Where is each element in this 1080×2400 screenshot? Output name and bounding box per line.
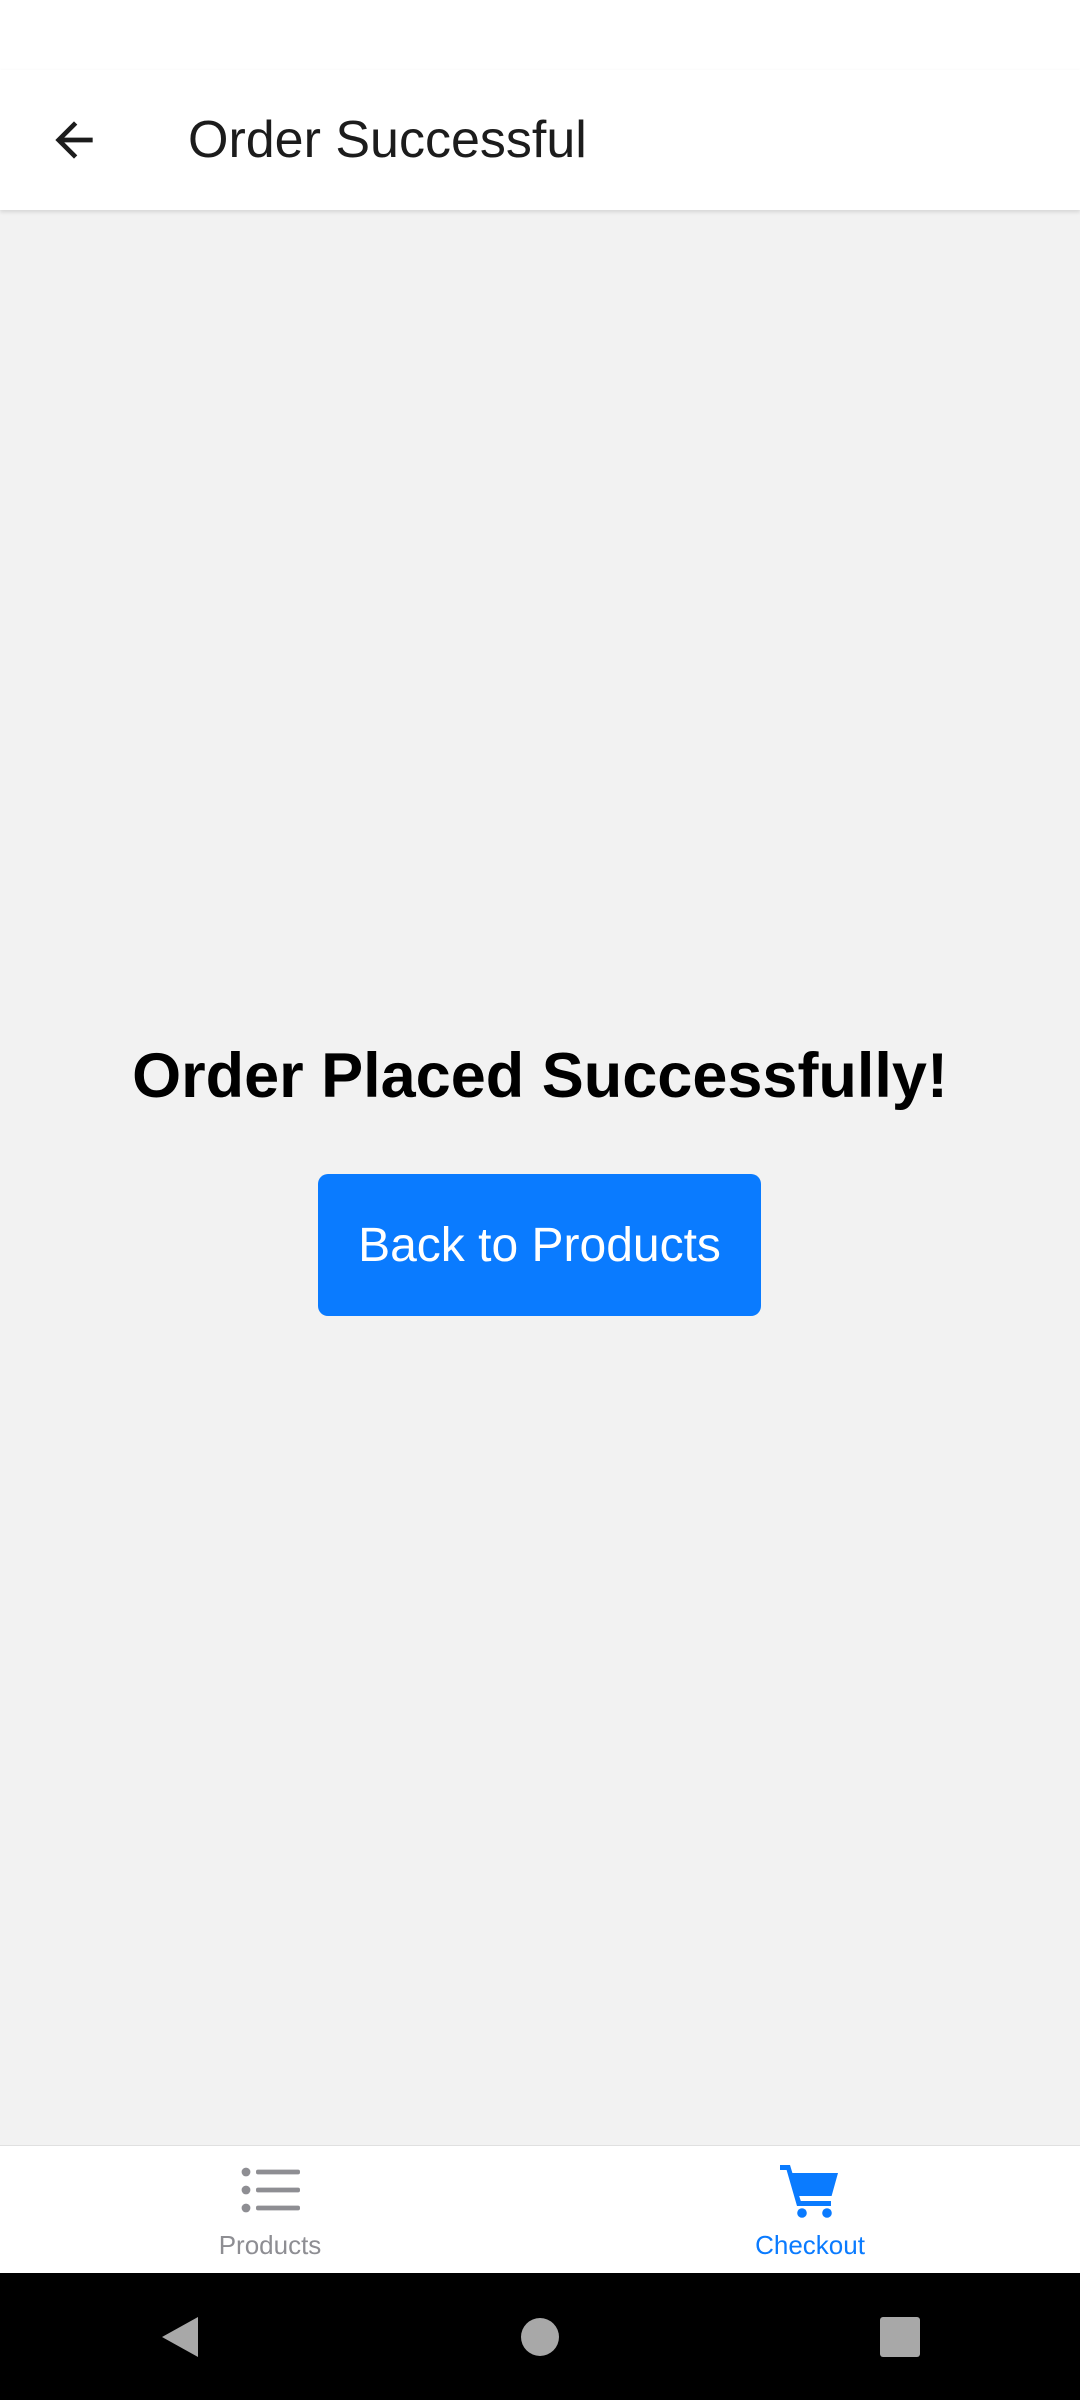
arrow-left-icon bbox=[55, 121, 93, 159]
tab-checkout-label: Checkout bbox=[755, 2229, 865, 2260]
back-to-products-button[interactable]: Back to Products bbox=[318, 1174, 761, 1316]
list-icon bbox=[241, 2167, 300, 2212]
system-back-button[interactable] bbox=[120, 2287, 240, 2387]
bottom-tab-bar: Products Checkout bbox=[0, 2145, 1080, 2274]
app-header: Order Successful bbox=[0, 70, 1080, 210]
back-button[interactable] bbox=[34, 100, 114, 180]
cart-icon bbox=[780, 2164, 838, 2218]
tab-products-label: Products bbox=[218, 2229, 322, 2260]
system-home-button[interactable] bbox=[480, 2287, 600, 2387]
screen: Order Successful Order Placed Successful… bbox=[0, 0, 1080, 2400]
tab-products[interactable]: Products bbox=[0, 2146, 540, 2274]
nav-recents-icon bbox=[880, 2316, 920, 2357]
nav-back-icon bbox=[162, 2316, 198, 2357]
status-bar bbox=[0, 0, 1080, 70]
main-content: Order Placed Successfully! Back to Produ… bbox=[0, 210, 1080, 2145]
nav-home-icon bbox=[521, 2317, 559, 2356]
success-message: Order Placed Successfully! bbox=[132, 1041, 948, 1111]
tab-checkout[interactable]: Checkout bbox=[540, 2146, 1080, 2274]
page-title: Order Successful bbox=[188, 111, 587, 169]
system-recents-button[interactable] bbox=[840, 2287, 960, 2387]
system-nav-bar bbox=[0, 2273, 1080, 2400]
